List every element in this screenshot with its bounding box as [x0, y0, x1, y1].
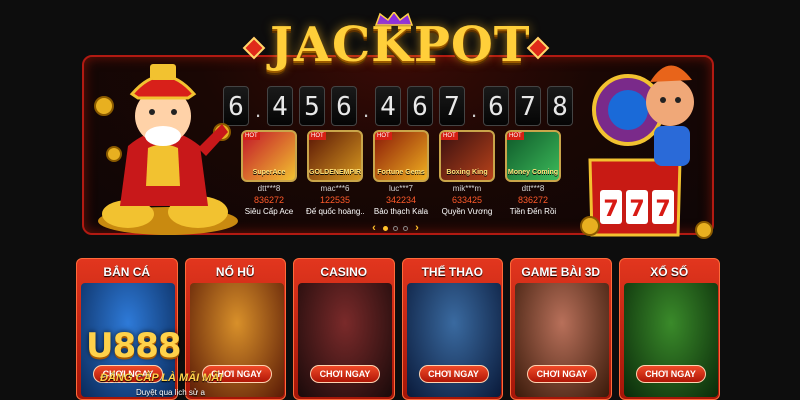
game-thumbnail[interactable]: HOT Money Coming — [505, 130, 561, 182]
game-thumbnail[interactable]: HOT SuperAce — [241, 130, 297, 182]
category-casino[interactable]: CASINO CHƠI NGAY — [293, 258, 395, 400]
jackpot-separator: . — [255, 97, 262, 122]
game-title[interactable]: Tiền Đến Rồi — [504, 207, 562, 216]
winner-username: mik***m — [452, 184, 482, 193]
hot-badge: HOT — [507, 132, 524, 140]
category-label: CASINO — [320, 265, 368, 279]
category-label: NỔ HŨ — [215, 265, 255, 279]
hot-badge: HOT — [309, 132, 326, 140]
jackpot-counter: 6 . 4 5 6 . 4 6 7 . 6 7 8 — [223, 86, 573, 126]
recent-wins-list: HOT SuperAce dtt***8 836272 Siêu Cấp Ace… — [240, 130, 585, 225]
page: JACKPOT 6 . 4 5 6 . 4 6 7 . 6 7 8 HOT Su… — [0, 0, 800, 400]
category-label: XỔ SỐ — [650, 265, 689, 279]
category-3d-card-games[interactable]: GAME BÀI 3D CHƠI NGAY — [510, 258, 612, 400]
jackpot-digit: 4 — [375, 86, 401, 126]
category-sports[interactable]: THỂ THAO CHƠI NGAY — [401, 258, 503, 400]
pager-dot[interactable] — [383, 225, 388, 231]
play-now-button[interactable]: CHƠI NGAY — [527, 365, 597, 383]
game-title[interactable]: Siêu Cấp Ace — [240, 207, 298, 216]
game-card-money-coming[interactable]: HOT Money Coming dtt***8 836272 Tiền Đến… — [504, 130, 562, 225]
game-card-fortune-gems[interactable]: HOT Fortune Gems luc***7 342234 Bảo thạc… — [372, 130, 430, 225]
svg-text:7: 7 — [603, 197, 618, 222]
hot-badge: HOT — [243, 132, 260, 140]
win-amount: 122535 — [319, 195, 351, 205]
hot-badge: HOT — [441, 132, 458, 140]
pager-dot[interactable] — [393, 225, 398, 231]
carousel-pager: ‹ › — [370, 222, 426, 234]
game-thumbnail-title: Money Coming — [507, 169, 559, 176]
category-label: GAME BÀI 3D — [521, 265, 601, 279]
game-title[interactable]: Bảo thạch Kala — [372, 207, 430, 216]
game-thumbnail-title: Boxing King — [446, 169, 488, 176]
play-now-button[interactable]: CHƠI NGAY — [310, 365, 380, 383]
watermark-subtext: Duyệt qua lịch sử a — [136, 388, 205, 397]
play-now-button[interactable]: CHƠI NGAY — [418, 365, 489, 383]
game-card-super-ace[interactable]: HOT SuperAce dtt***8 836272 Siêu Cấp Ace — [240, 130, 298, 225]
game-card-boxing-king[interactable]: HOT Boxing King mik***m 633425 Quyền Vươ… — [438, 130, 496, 225]
category-label: THỂ THAO — [421, 265, 483, 279]
svg-text:7: 7 — [629, 197, 644, 222]
win-amount: 836272 — [517, 195, 549, 205]
win-amount: 342234 — [385, 195, 417, 205]
chevron-left-icon[interactable]: ‹ — [370, 222, 378, 234]
jackpot-digit: 5 — [299, 86, 325, 126]
pager-dot[interactable] — [403, 225, 408, 231]
jackpot-digit: 6 — [331, 86, 357, 126]
game-thumbnail[interactable]: HOT Fortune Gems — [373, 130, 429, 182]
game-thumbnail[interactable]: HOT Boxing King — [439, 130, 495, 182]
play-now-button[interactable]: CHƠI NGAY — [635, 365, 706, 383]
jackpot-digit: 7 — [439, 86, 465, 126]
game-thumbnail-title: Fortune Gems — [377, 169, 425, 176]
winner-username: dtt***8 — [257, 184, 281, 193]
game-thumbnail-title: GOLDENEMPIRE — [309, 169, 363, 176]
game-title[interactable]: Quyền Vương — [438, 207, 496, 216]
jackpot-digit: 6 — [483, 86, 509, 126]
jackpot-title: JACKPOT — [270, 17, 531, 73]
jackpot-digit: 4 — [267, 86, 293, 126]
win-amount: 836272 — [253, 195, 285, 205]
brand-tagline: ĐẲNG CẤP LÀ MÃI MÃI — [100, 372, 223, 384]
game-thumbnail-title: SuperAce — [252, 169, 286, 176]
god-of-wealth-mascot — [94, 64, 238, 235]
win-amount: 633425 — [451, 195, 483, 205]
category-lottery[interactable]: XỔ SỐ CHƠI NGAY — [618, 258, 720, 400]
jackpot-separator: . — [471, 97, 478, 122]
chevron-right-icon[interactable]: › — [413, 222, 421, 234]
svg-text:7: 7 — [655, 197, 670, 222]
winner-username: mac***6 — [320, 184, 350, 193]
jackpot-digit: 6 — [407, 86, 433, 126]
jackpot-digit: 7 — [515, 86, 541, 126]
slot-wizard-mascot: 7 7 7 — [580, 65, 713, 239]
winner-username: luc***7 — [388, 184, 413, 193]
hot-badge: HOT — [375, 132, 392, 140]
winner-username: dtt***8 — [521, 184, 545, 193]
game-card-golden-empire[interactable]: HOT GOLDENEMPIRE mac***6 122535 Đế quốc … — [306, 130, 364, 225]
category-label: BẮN CÁ — [103, 265, 151, 279]
brand-logo: U888 — [86, 326, 182, 366]
game-title[interactable]: Đế quốc hoàng... — [306, 207, 364, 216]
brand-watermark: U888 ĐẲNG CẤP LÀ MÃI MÃI Duyệt qua lịch … — [86, 326, 246, 400]
jackpot-separator: . — [363, 97, 370, 122]
game-thumbnail[interactable]: HOT GOLDENEMPIRE — [307, 130, 363, 182]
